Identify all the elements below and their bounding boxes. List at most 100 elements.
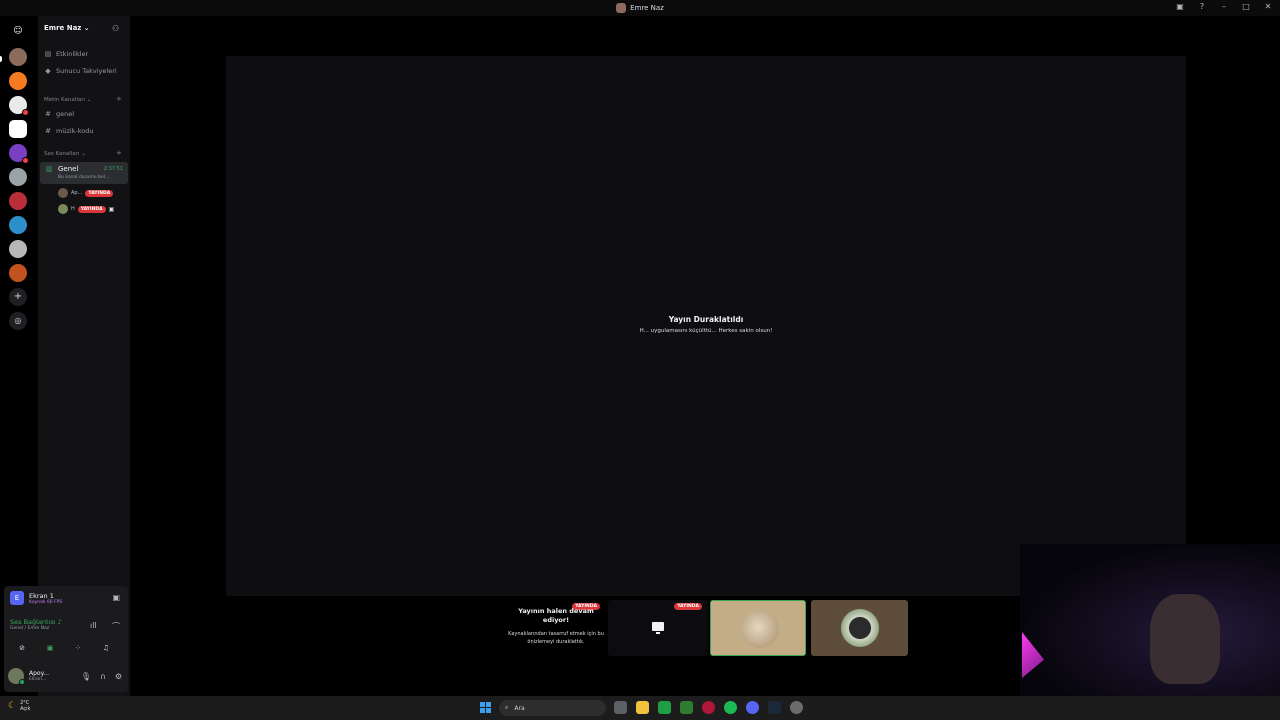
window-title: Emre Naz (616, 3, 664, 13)
status-indicator (19, 679, 25, 685)
user-panel: E Ekran 1 Kaynak 60 FPS ▣ Ses Bağlantısı… (4, 586, 128, 692)
window-title-text: Emre Naz (630, 4, 664, 12)
discover-icon[interactable]: ◎ (9, 312, 27, 330)
discord-home-icon[interactable]: ☺ (9, 22, 27, 40)
avatar (58, 204, 68, 214)
voice-location: Genel / Emre Naz (10, 626, 50, 631)
stop-stream-icon[interactable]: ▣ (112, 593, 120, 602)
server-icon[interactable] (9, 240, 27, 258)
speaker-icon: ▥ (46, 165, 53, 173)
channel-label: müzik-kodu (56, 127, 94, 135)
voice-user[interactable]: Ap... YAYINDA (58, 188, 114, 198)
minimize-button[interactable]: – (1218, 2, 1230, 11)
opera-gx-icon[interactable] (702, 701, 715, 714)
gear-icon[interactable]: ⚙ (115, 672, 122, 681)
boosts-link[interactable]: ◆ Sunucu Takviyeleri (44, 67, 117, 75)
noise-suppression-icon[interactable]: ıll (90, 621, 97, 630)
paused-preview-tile[interactable]: YAYINDA Yayının halen devam ediyor! Kayn… (506, 600, 606, 656)
screen-share-tile[interactable]: YAYINDA (608, 600, 708, 656)
start-button[interactable] (480, 702, 491, 713)
live-badge: YAYINDA (674, 603, 702, 610)
invite-icon[interactable]: ⚇ (112, 24, 119, 33)
server-icon[interactable] (9, 72, 27, 90)
soundboard-icon[interactable]: ♫ (96, 642, 116, 654)
taskbar-search[interactable]: ⌕ Ara (499, 700, 606, 716)
minecraft-icon[interactable] (680, 701, 693, 714)
add-voice-channel-icon[interactable]: + (116, 149, 122, 157)
hash-icon: # (45, 127, 51, 135)
task-view-icon[interactable] (614, 701, 627, 714)
server-icon[interactable] (9, 216, 27, 234)
server-icon[interactable] (9, 264, 27, 282)
taskbar: ☾ 2°C Açık ⌕ Ara (0, 696, 1280, 720)
voice-user-name: H (71, 206, 75, 212)
voice-connected-label[interactable]: Ses Bağlantısı ♪ (10, 618, 62, 626)
share-screen-icon[interactable]: ▣ (40, 642, 60, 654)
tile-title: Yayının halen devam ediyor! (518, 607, 594, 624)
tile-subtitle: Kaynaklarından tasarruf etmek için bu ön… (508, 631, 604, 645)
server-icon[interactable] (9, 120, 27, 138)
screen-initial-icon: E (10, 591, 24, 605)
voice-user[interactable]: H YAYINDA ▣ (58, 204, 114, 214)
weather-condition: Açık (20, 706, 31, 712)
maximize-button[interactable]: □ (1240, 2, 1252, 11)
screen-sub: Kaynak 60 FPS (29, 599, 63, 605)
add-text-channel-icon[interactable]: + (116, 95, 122, 103)
avatar (841, 609, 879, 647)
discord-icon[interactable] (746, 701, 759, 714)
server-icon[interactable] (9, 192, 27, 210)
boosts-label: Sunucu Takviyeleri (56, 67, 117, 75)
voice-channel-genel[interactable]: ▥ Genel 2:37:51 Bu kanal durumu bel... (40, 162, 128, 184)
avatar (8, 668, 25, 685)
participant-tile[interactable] (710, 600, 806, 656)
server-icon[interactable] (9, 168, 27, 186)
moon-icon: ☾ (8, 701, 17, 711)
server-icon[interactable] (9, 144, 29, 164)
server-icon[interactable] (9, 96, 29, 116)
file-explorer-icon[interactable] (636, 701, 649, 714)
user-controls: 🎙︎ ∩ ⚙ (81, 672, 122, 681)
channel-item-muzik-kodu[interactable]: # müzik-kodu (44, 127, 94, 135)
voice-channel-status: Bu kanal durumu bel... (58, 175, 110, 180)
calendar-icon: ▤ (44, 50, 52, 58)
live-badge: YAYINDA (85, 189, 114, 197)
title-bar: Emre Naz ▣ ? – □ ✕ (0, 0, 1280, 16)
microphone-icon[interactable]: 🎙︎ (81, 672, 91, 681)
camera-icon[interactable]: ⊘ (12, 642, 32, 654)
monitor-icon (652, 622, 664, 634)
help-icon[interactable]: ? (1196, 2, 1208, 11)
xbox-icon[interactable] (658, 701, 671, 714)
current-user[interactable]: Apoy... Ekran... (8, 668, 49, 685)
spotify-icon[interactable] (724, 701, 737, 714)
activities-icon[interactable]: ⁘ (68, 642, 88, 654)
paused-title: Yayın Duraklatıldı (668, 315, 744, 324)
notification-badge (22, 109, 29, 116)
screen-title: Ekran 1 (29, 591, 54, 600)
channel-item-genel[interactable]: # genel (44, 110, 74, 118)
disconnect-icon[interactable]: ⌒ (112, 621, 120, 632)
webcam-overlay (1020, 544, 1280, 696)
app-icon[interactable] (790, 701, 803, 714)
stream-video[interactable]: Yayın Duraklatıldı H... uygulamasını küç… (226, 56, 1186, 596)
voice-category[interactable]: Ses Kanalları ⌄ (44, 151, 86, 157)
search-icon: ⌕ (505, 704, 509, 711)
weather-widget[interactable]: ☾ 2°C Açık (8, 700, 30, 712)
window-controls: ▣ ? – □ ✕ (1174, 2, 1274, 11)
text-category[interactable]: Metin Kanalları ⌄ (44, 97, 91, 103)
inbox-icon[interactable]: ▣ (1174, 2, 1186, 11)
headphones-icon[interactable]: ∩ (100, 672, 106, 681)
avatar (58, 188, 68, 198)
voice-channel-name: Genel (58, 165, 79, 173)
participant-tile[interactable] (811, 600, 908, 656)
add-server-icon[interactable]: + (9, 288, 27, 306)
live-badge: YAYINDA (77, 205, 106, 213)
close-button[interactable]: ✕ (1262, 2, 1274, 11)
participant-tiles: YAYINDA Yayının halen devam ediyor! Kayn… (506, 600, 910, 656)
server-name[interactable]: Emre Naz ⌄ (44, 24, 90, 32)
events-link[interactable]: ▤ Etkinlikler (44, 50, 89, 58)
steam-icon[interactable] (768, 701, 781, 714)
watch-icon[interactable]: ▣ (109, 206, 115, 213)
server-icon[interactable] (9, 48, 27, 66)
hash-icon: # (45, 110, 51, 118)
search-placeholder: Ara (514, 704, 525, 712)
